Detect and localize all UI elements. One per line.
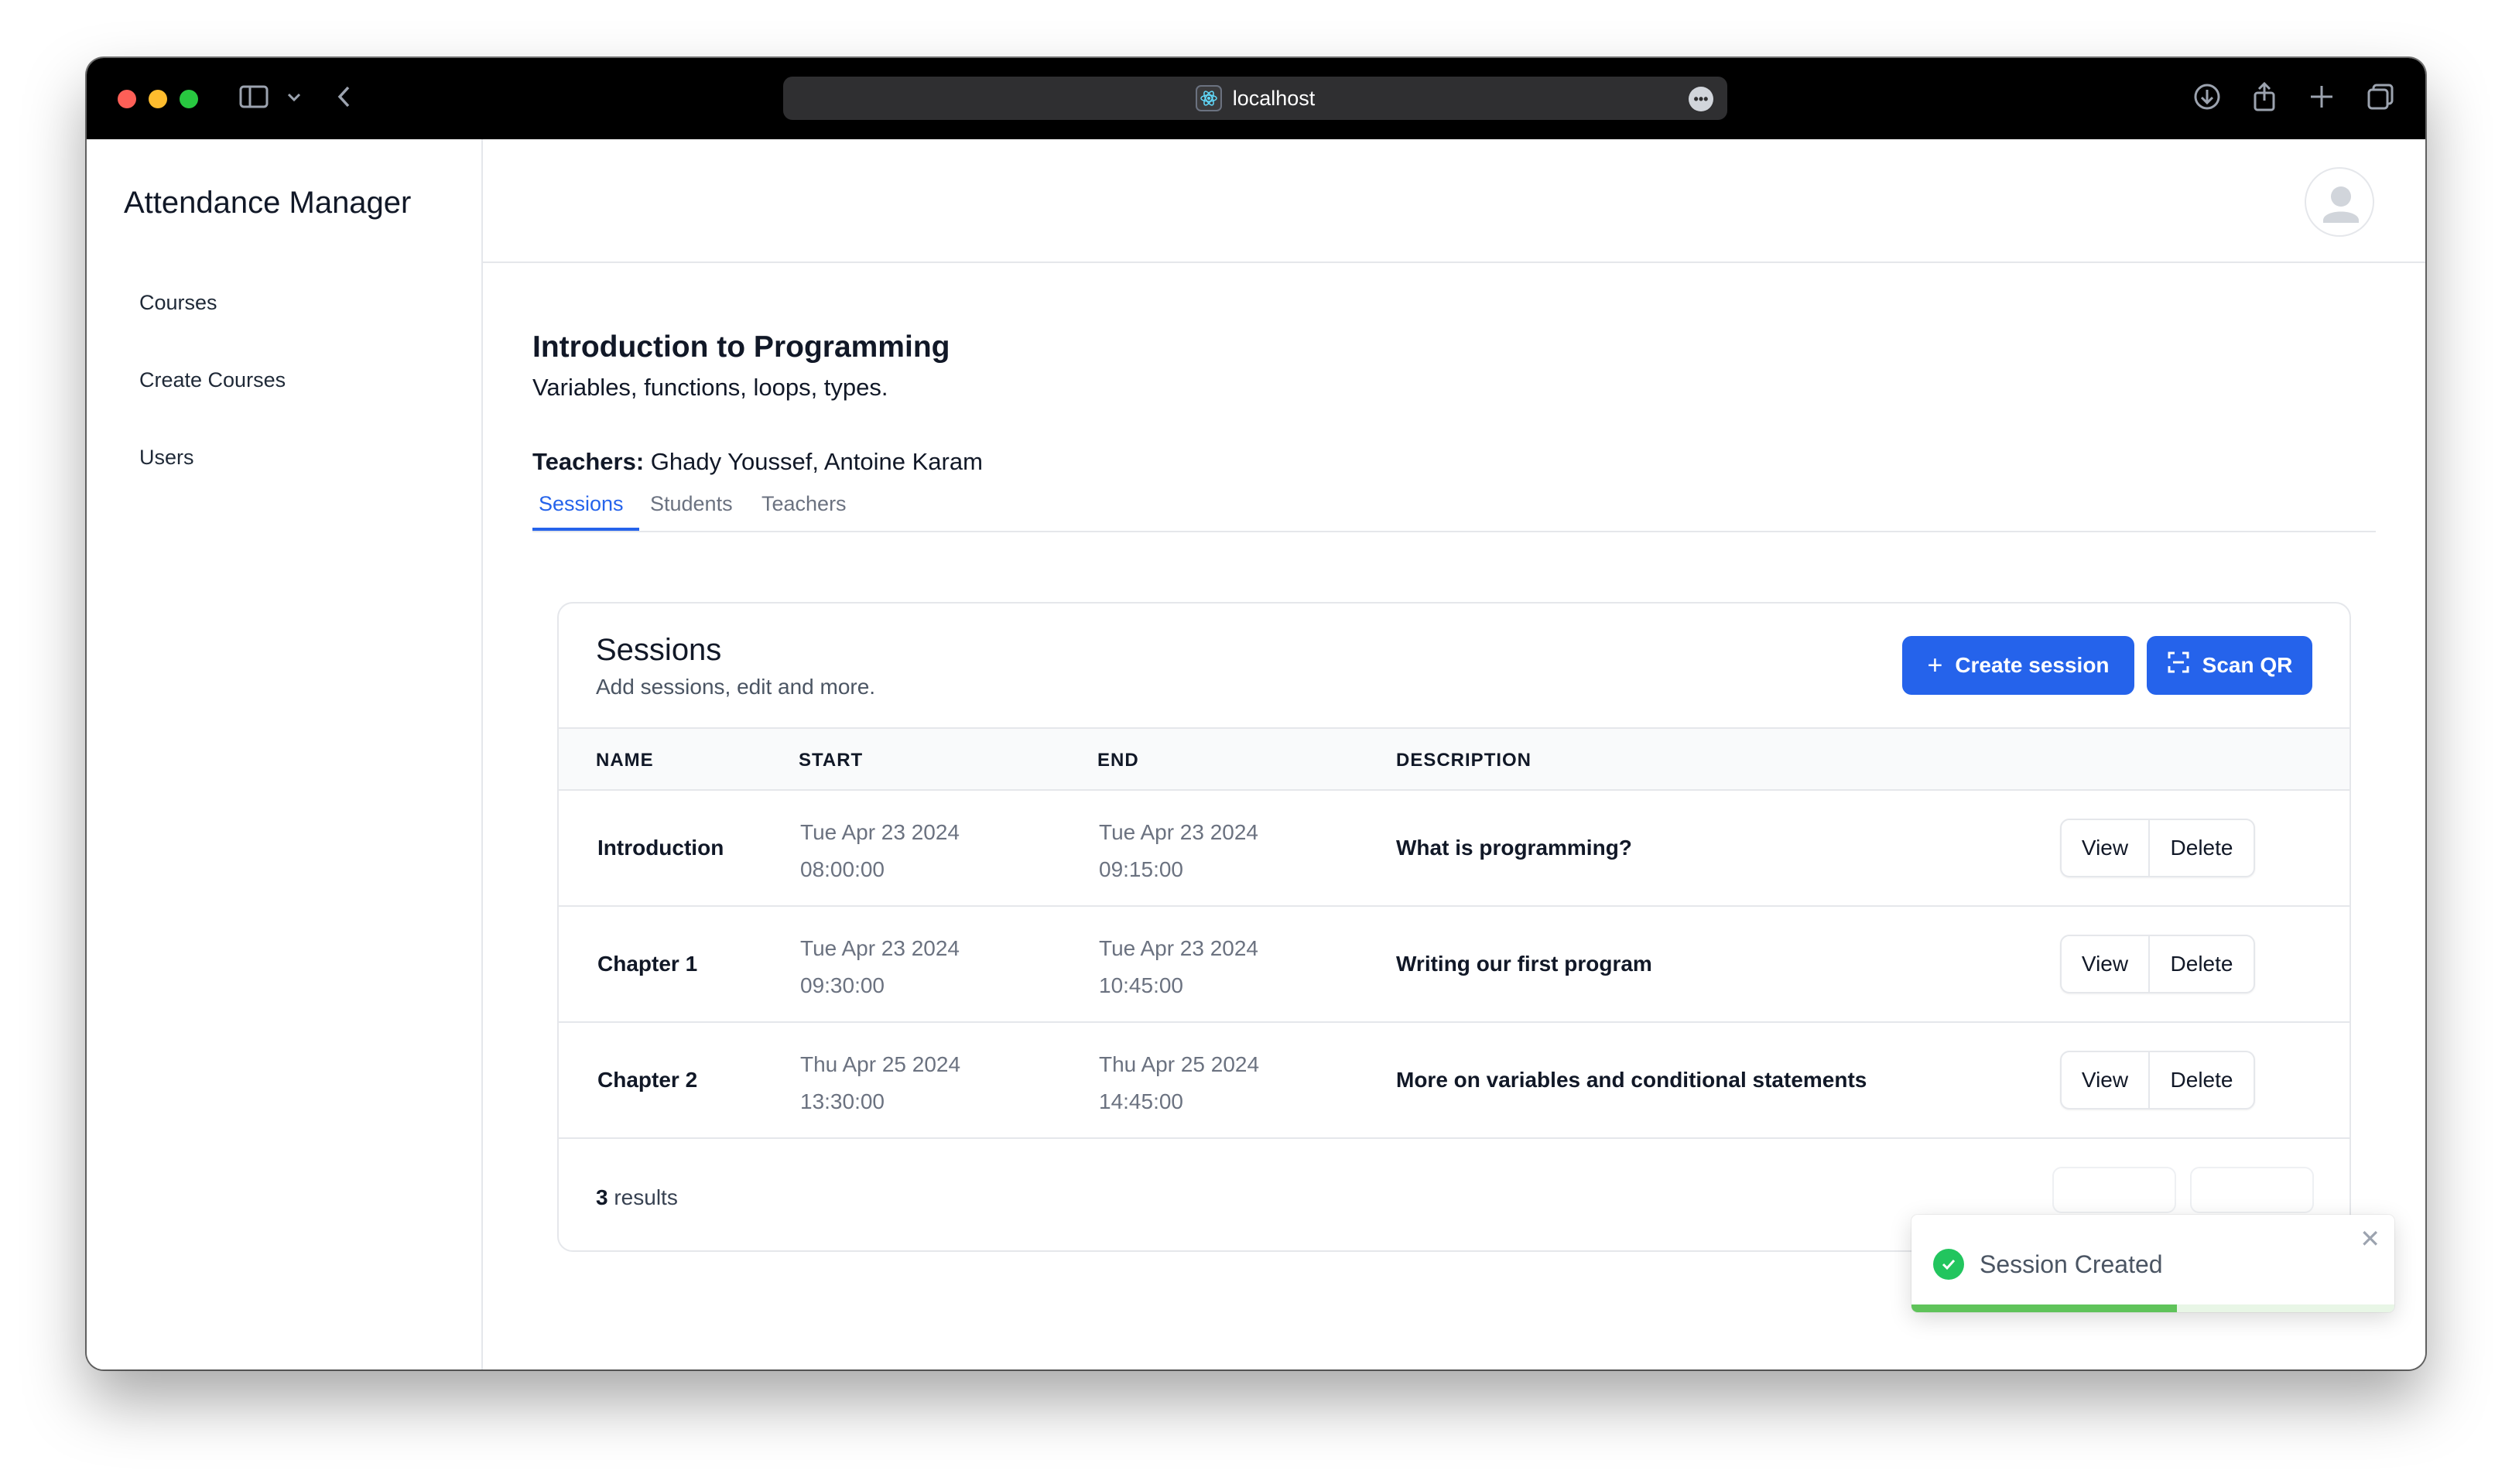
main-content: Introduction to Programming Variables, f… [483, 139, 2425, 1369]
session-description: What is programming? [1396, 836, 1632, 860]
download-icon[interactable] [2192, 81, 2223, 121]
tab-students[interactable]: Students [650, 492, 733, 516]
session-end: Tue Apr 23 2024 09:15:00 [1099, 814, 1258, 888]
share-icon[interactable] [2250, 81, 2278, 121]
row-actions: View Delete [2060, 1051, 2255, 1110]
close-icon[interactable]: ✕ [2360, 1224, 2380, 1253]
end-date: Tue Apr 23 2024 [1099, 936, 1259, 960]
more-options-icon[interactable]: ••• [1689, 87, 1713, 111]
start-time: 09:30:00 [800, 973, 885, 997]
column-header-name: NAME [596, 750, 654, 771]
tab-overview-icon[interactable] [2365, 81, 2396, 121]
course-description: Variables, functions, loops, types. [532, 374, 888, 401]
url-text: localhost [1232, 86, 1316, 110]
column-header-description: DESCRIPTION [1396, 750, 1532, 771]
new-tab-icon[interactable] [2308, 81, 2336, 121]
sidebar-item-create-courses[interactable]: Create Courses [139, 368, 286, 392]
tab-teachers[interactable]: Teachers [761, 492, 847, 516]
start-date: Thu Apr 25 2024 [800, 1052, 961, 1076]
user-avatar-icon[interactable] [2305, 167, 2374, 237]
next-page-button[interactable] [2190, 1167, 2314, 1213]
delete-button[interactable]: Delete [2150, 820, 2254, 876]
session-end: Thu Apr 25 2024 14:45:00 [1099, 1046, 1259, 1120]
scan-qr-button[interactable]: Scan QR [2147, 636, 2312, 695]
teachers-label: Teachers: [532, 448, 645, 475]
create-session-label: Create session [1955, 653, 2110, 677]
toast-notification: Session Created ✕ [1911, 1215, 2394, 1312]
end-time: 10:45:00 [1099, 973, 1183, 997]
table-row: Chapter 1 Tue Apr 23 2024 09:30:00 Tue Ap… [559, 907, 2349, 1023]
address-bar[interactable]: localhost ••• [783, 77, 1727, 120]
session-description: Writing our first program [1396, 952, 1652, 976]
sessions-subtitle: Add sessions, edit and more. [596, 675, 876, 699]
row-actions: View Delete [2060, 819, 2255, 877]
browser-window: localhost ••• Attendance Manager Courses… [87, 58, 2425, 1369]
plus-icon: + [1927, 650, 1943, 680]
column-header-start: START [799, 750, 864, 771]
delete-button[interactable]: Delete [2150, 1052, 2254, 1108]
close-window-button[interactable] [118, 90, 136, 108]
session-name: Chapter 1 [597, 952, 698, 976]
sidebar: Attendance Manager Courses Create Course… [87, 139, 483, 1369]
session-description: More on variables and conditional statem… [1396, 1068, 1867, 1092]
session-name: Chapter 2 [597, 1068, 698, 1092]
sessions-title: Sessions [596, 633, 722, 667]
browser-toolbar: localhost ••• [87, 58, 2425, 139]
active-tab-indicator [532, 528, 639, 531]
chevron-down-icon[interactable] [285, 81, 303, 121]
end-time: 09:15:00 [1099, 857, 1183, 881]
session-start: Tue Apr 23 2024 09:30:00 [800, 930, 960, 1004]
sidebar-toggle-icon[interactable] [238, 81, 269, 121]
toast-progress-track [1911, 1304, 2394, 1312]
table-row: Introduction Tue Apr 23 2024 08:00:00 Tue… [559, 791, 2349, 907]
back-icon[interactable] [333, 81, 356, 121]
scan-qr-icon [2167, 651, 2190, 681]
course-tabs: Sessions Students Teachers [532, 478, 2376, 532]
toast-progress-bar [1911, 1304, 2178, 1312]
teachers-names: Ghady Youssef, Antoine Karam [650, 448, 983, 475]
view-button[interactable]: View [2062, 820, 2150, 876]
success-check-icon [1933, 1249, 1964, 1280]
course-teachers: Teachers: Ghady Youssef, Antoine Karam [532, 448, 983, 476]
results-count: 3 [596, 1185, 608, 1209]
end-date: Thu Apr 25 2024 [1099, 1052, 1260, 1076]
sidebar-item-courses[interactable]: Courses [139, 291, 217, 315]
maximize-window-button[interactable] [180, 90, 198, 108]
end-time: 14:45:00 [1099, 1089, 1183, 1113]
session-start: Thu Apr 25 2024 13:30:00 [800, 1046, 960, 1120]
delete-button[interactable]: Delete [2150, 936, 2254, 992]
minimize-window-button[interactable] [149, 90, 167, 108]
session-name: Introduction [597, 836, 724, 860]
app-title: Attendance Manager [124, 186, 412, 220]
create-session-button[interactable]: + Create session [1902, 636, 2134, 695]
sidebar-item-users[interactable]: Users [139, 446, 194, 470]
top-header [483, 139, 2425, 263]
session-start: Tue Apr 23 2024 08:00:00 [800, 814, 960, 888]
sessions-card: Sessions Add sessions, edit and more. + … [557, 602, 2351, 1252]
row-actions: View Delete [2060, 935, 2255, 993]
column-header-end: END [1097, 750, 1139, 771]
table-row: Chapter 2 Thu Apr 25 2024 13:30:00 Thu Ap… [559, 1023, 2349, 1139]
course-title: Introduction to Programming [532, 330, 950, 364]
start-time: 08:00:00 [800, 857, 885, 881]
previous-page-button[interactable] [2052, 1167, 2176, 1213]
start-date: Tue Apr 23 2024 [800, 820, 960, 844]
results-label: results [607, 1185, 678, 1209]
view-button[interactable]: View [2062, 1052, 2150, 1108]
start-time: 13:30:00 [800, 1089, 885, 1113]
react-atom-icon [1195, 85, 1222, 111]
view-button[interactable]: View [2062, 936, 2150, 992]
end-date: Tue Apr 23 2024 [1099, 820, 1259, 844]
table-header: NAME START END DESCRIPTION [559, 727, 2349, 791]
toast-message: Session Created [1980, 1250, 2163, 1278]
session-end: Tue Apr 23 2024 10:45:00 [1099, 930, 1258, 1004]
tab-sessions[interactable]: Sessions [539, 492, 624, 516]
results-summary: 3 results [596, 1185, 678, 1210]
scan-qr-label: Scan QR [2202, 653, 2293, 677]
start-date: Tue Apr 23 2024 [800, 936, 960, 960]
